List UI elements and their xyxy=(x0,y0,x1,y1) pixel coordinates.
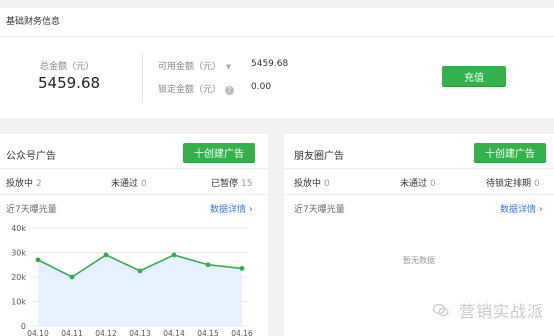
x-tick-label: 04.16 xyxy=(231,329,253,336)
data-point xyxy=(69,274,75,280)
moments-stat-running-value: 0 xyxy=(324,179,330,189)
moments-stat-running-label: 投放中 xyxy=(294,179,322,189)
recharge-button[interactable]: 充值 xyxy=(442,66,506,86)
official-stat-running[interactable]: 投放中 2 xyxy=(6,176,42,189)
moments-detail-link-text: 数据详情 xyxy=(500,205,537,215)
moments-stat-running[interactable]: 投放中 0 xyxy=(294,176,330,189)
moments-stat-rejected[interactable]: 未通过 0 xyxy=(400,176,436,189)
moments-create-ad-button[interactable]: 十创建广告 xyxy=(474,143,546,162)
x-tick-label: 04.12 xyxy=(95,329,117,336)
empty-state-text: 暂无数据 xyxy=(403,256,435,265)
y-tick-label: 10k xyxy=(11,298,26,307)
official-ads-panel: 公众号广告 十创建广告 投放中 2 未通过 0 已暂停 15 近7天曝光量 数据详情 … xyxy=(0,134,268,336)
official-stat-rejected-label: 未通过 xyxy=(111,179,139,189)
x-tick-label: 04.11 xyxy=(61,329,83,336)
official-title-divider xyxy=(0,168,268,169)
data-point xyxy=(137,268,143,274)
moments-exposure-label: 近7天曝光量 xyxy=(294,205,345,215)
moments-title-divider xyxy=(284,168,554,169)
moments-stats-divider xyxy=(284,194,554,195)
moments-stat-rejected-label: 未通过 xyxy=(400,179,428,189)
data-point xyxy=(171,252,177,258)
frozen-label-text: 锁定金额（元） xyxy=(158,85,222,95)
available-label-text: 可用金额（元） xyxy=(158,62,222,72)
official-ads-title: 公众号广告 xyxy=(6,151,56,162)
x-tick-label: 04.13 xyxy=(129,329,151,336)
moments-stat-pending[interactable]: 待锁定排期 0 xyxy=(486,176,540,189)
official-stat-running-value: 2 xyxy=(36,179,42,189)
official-stat-paused[interactable]: 已暂停 15 xyxy=(211,176,252,189)
y-tick-label: 30k xyxy=(11,249,26,258)
moments-ads-title: 朋友圈广告 xyxy=(294,151,344,162)
official-stat-running-label: 投放中 xyxy=(6,179,34,189)
y-tick-label: 0 xyxy=(21,322,26,331)
x-tick-label: 04.14 xyxy=(163,329,185,336)
data-point xyxy=(239,266,245,271)
wechat-logo-icon xyxy=(432,302,449,321)
total-label: 总金额（元） xyxy=(40,62,95,72)
page-title: 基础财务信息 xyxy=(6,17,61,27)
official-stat-rejected[interactable]: 未通过 0 xyxy=(111,176,147,189)
data-point xyxy=(103,252,109,258)
data-point xyxy=(205,262,211,268)
watermark: 营销实战派 xyxy=(432,298,544,322)
chevron-right-icon: › xyxy=(538,204,543,215)
x-tick-label: 04.10 xyxy=(27,329,49,336)
watermark-text: 营销实战派 xyxy=(458,302,544,321)
header-divider xyxy=(0,36,554,37)
official-stat-paused-label: 已暂停 xyxy=(211,179,239,189)
moments-detail-link[interactable]: 数据详情 › xyxy=(500,202,543,215)
y-tick-label: 20k xyxy=(11,273,26,282)
help-icon[interactable]: ? xyxy=(224,86,234,95)
frozen-value: 0.00 xyxy=(251,82,272,92)
moments-stat-pending-label: 待锁定排期 xyxy=(486,179,532,189)
finance-divider xyxy=(142,54,143,102)
official-stat-rejected-value: 0 xyxy=(141,179,147,189)
official-stat-paused-value: 15 xyxy=(241,179,253,189)
dropdown-icon[interactable]: ▼ xyxy=(226,63,231,71)
available-label: 可用金额（元） ▼ xyxy=(158,59,231,72)
exposure-chart: 40k 30k 20k 10k 004.10 04.11 04.12 04.13 04.14 04… xyxy=(11,224,253,336)
y-tick-label: 40k xyxy=(11,224,26,233)
official-create-ad-button[interactable]: 十创建广告 xyxy=(183,143,255,162)
finance-panel: 基础财务信息 总金额（元） 5459.68 可用金额（元） ▼ 5459.68 … xyxy=(0,8,554,118)
x-tick-label: 04.15 xyxy=(197,329,219,336)
available-value: 5459.68 xyxy=(251,59,289,69)
official-stats-divider xyxy=(0,194,268,195)
data-point xyxy=(35,257,41,263)
total-value: 5459.68 xyxy=(38,74,101,92)
moments-stat-pending-value: 0 xyxy=(534,179,540,189)
moments-stat-rejected-value: 0 xyxy=(430,179,436,189)
frozen-label: 锁定金额（元） ? xyxy=(158,82,234,95)
